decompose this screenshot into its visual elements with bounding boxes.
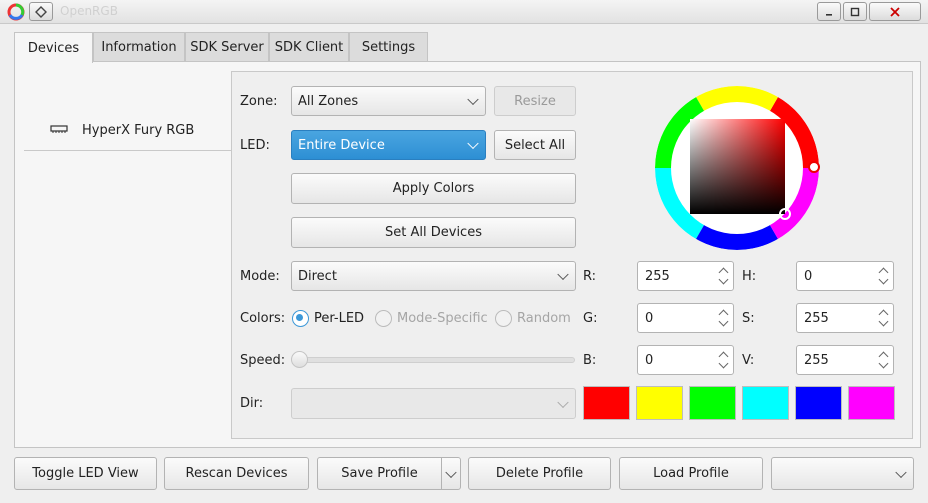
chevron-down-icon[interactable]	[718, 358, 729, 369]
chevron-down-icon	[467, 137, 479, 150]
close-button[interactable]	[869, 2, 921, 21]
random-radio[interactable]	[495, 310, 512, 327]
led-select[interactable]: Entire Device	[291, 130, 486, 160]
per-led-label: Per-LED	[314, 310, 365, 326]
red-spinbox[interactable]: 255	[637, 261, 734, 291]
resize-button[interactable]: Resize	[494, 86, 576, 116]
zone-select-value: All Zones	[298, 93, 359, 109]
led-select-value: Entire Device	[298, 137, 385, 153]
swatch-blue[interactable]	[795, 386, 842, 420]
tab-sdk-server[interactable]: SDK Server	[185, 32, 269, 62]
profile-select[interactable]	[771, 457, 914, 490]
swatch-yellow[interactable]	[636, 386, 683, 420]
red-value: 255	[645, 268, 670, 284]
tab-sdk-client[interactable]: SDK Client	[269, 32, 349, 62]
speed-slider-handle[interactable]	[291, 351, 308, 368]
green-spinbox[interactable]: 0	[637, 303, 734, 333]
openrgb-logo-icon	[7, 3, 25, 21]
delete-profile-button[interactable]: Delete Profile	[468, 457, 611, 490]
swatch-magenta[interactable]	[848, 386, 895, 420]
select-all-button[interactable]: Select All	[494, 130, 576, 160]
led-label: LED:	[240, 137, 270, 153]
hue-value: 0	[804, 268, 813, 284]
mode-specific-radio[interactable]	[375, 310, 392, 327]
per-led-radio[interactable]	[292, 310, 309, 327]
ram-stick-icon	[50, 125, 68, 133]
swatch-green[interactable]	[689, 386, 736, 420]
color-wheel[interactable]	[655, 86, 827, 252]
chevron-down-icon	[557, 268, 569, 281]
apply-colors-button[interactable]: Apply Colors	[291, 173, 576, 204]
blue-spinbox[interactable]: 0	[637, 345, 734, 375]
chevron-down-icon[interactable]	[878, 274, 889, 285]
green-value: 0	[645, 310, 654, 326]
hue-spinbox[interactable]: 0	[796, 261, 894, 291]
chevron-down-icon[interactable]	[718, 274, 729, 285]
saturation-spinbox[interactable]: 255	[796, 303, 894, 333]
chevron-down-icon[interactable]	[878, 316, 889, 327]
window-title: OpenRGB	[60, 4, 118, 18]
toggle-led-view-button[interactable]: Toggle LED View	[14, 457, 157, 490]
mode-select[interactable]: Direct	[291, 261, 576, 291]
minimize-icon	[826, 13, 832, 16]
title-bar	[0, 0, 928, 24]
mode-specific-label: Mode-Specific	[397, 310, 488, 326]
rescan-devices-button[interactable]: Rescan Devices	[164, 457, 309, 490]
save-profile-button[interactable]: Save Profile	[317, 457, 442, 490]
chevron-down-icon	[895, 466, 907, 478]
swatch-red[interactable]	[583, 386, 630, 420]
minimize-button[interactable]	[817, 2, 841, 21]
hue-handle[interactable]	[808, 161, 820, 173]
swatch-cyan[interactable]	[742, 386, 789, 420]
device-list-item[interactable]: HyperX Fury RGB	[24, 110, 231, 150]
colors-label: Colors:	[240, 310, 286, 326]
b-label: B:	[583, 352, 597, 368]
window-menu-button[interactable]	[29, 2, 53, 21]
mode-label: Mode:	[240, 268, 280, 284]
chevron-down-icon[interactable]	[878, 358, 889, 369]
r-label: R:	[583, 268, 597, 284]
zone-label: Zone:	[240, 93, 278, 109]
h-label: H:	[742, 268, 757, 284]
v-label: V:	[742, 352, 755, 368]
chevron-down-icon	[467, 93, 479, 106]
random-label: Random	[517, 310, 571, 326]
speed-label: Speed:	[240, 352, 286, 368]
saturation-value: 255	[804, 310, 829, 326]
set-all-devices-button[interactable]: Set All Devices	[291, 217, 576, 248]
speed-slider[interactable]	[291, 357, 575, 363]
zone-select[interactable]: All Zones	[291, 86, 486, 116]
close-icon	[890, 6, 900, 17]
tab-devices[interactable]: Devices	[14, 32, 93, 63]
mode-select-value: Direct	[298, 268, 337, 284]
tab-information[interactable]: Information	[93, 32, 185, 62]
s-label: S:	[742, 310, 755, 326]
value-spinbox[interactable]: 255	[796, 345, 894, 375]
blue-value: 0	[645, 352, 654, 368]
maximize-icon	[850, 7, 860, 16]
diamond-icon	[35, 5, 47, 18]
chevron-down-icon	[445, 466, 457, 478]
maximize-button[interactable]	[843, 2, 867, 21]
load-profile-button[interactable]: Load Profile	[619, 457, 763, 490]
dir-label: Dir:	[240, 395, 264, 411]
g-label: G:	[583, 310, 598, 326]
save-profile-menu-button[interactable]	[441, 457, 461, 490]
chevron-down-icon	[557, 396, 569, 408]
dir-select[interactable]	[291, 388, 576, 419]
tab-settings[interactable]: Settings	[349, 32, 428, 62]
device-name: HyperX Fury RGB	[82, 122, 195, 138]
chevron-down-icon[interactable]	[718, 316, 729, 327]
value-value: 255	[804, 352, 829, 368]
